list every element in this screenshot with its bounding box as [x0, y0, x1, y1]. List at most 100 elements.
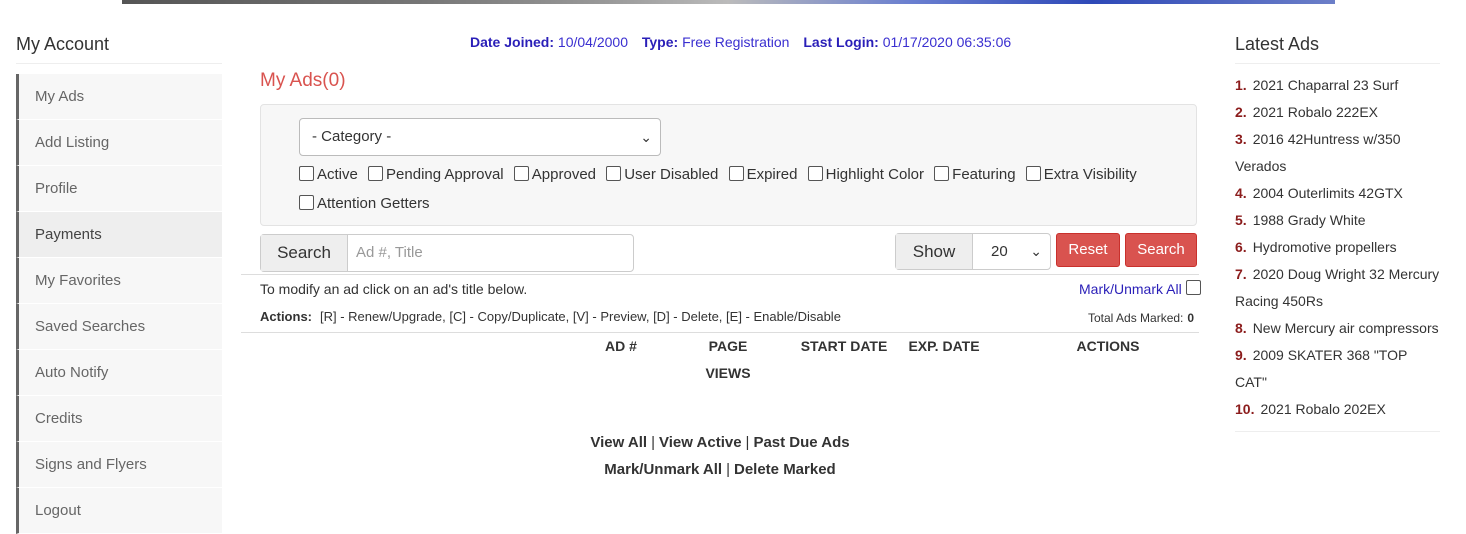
column-header-start-date: START DATE [800, 338, 888, 354]
latest-ad-item[interactable]: 4. 2004 Outerlimits 42GTX [1235, 180, 1440, 207]
checkbox-icon[interactable] [513, 166, 529, 181]
mark-all-checkbox[interactable] [1185, 280, 1201, 295]
modify-hint: To modify an ad click on an ad's title b… [260, 281, 528, 297]
checkbox-icon[interactable] [1025, 166, 1041, 181]
item-number: 1. [1235, 77, 1247, 93]
chevron-down-icon: ⌄ [640, 129, 652, 145]
sidebar-item-saved-searches[interactable]: Saved Searches [16, 304, 222, 350]
checkbox-label: Approved [531, 166, 597, 183]
checkbox-active[interactable]: Active [299, 160, 358, 189]
checkbox-icon[interactable] [934, 166, 950, 181]
last-login-value: 01/17/2020 06:35:06 [882, 34, 1012, 50]
latest-ad-item[interactable]: 5. 1988 Grady White [1235, 207, 1440, 234]
latest-ad-link[interactable]: 2021 Robalo 222EX [1253, 104, 1378, 120]
search-group: Search Ad #, Title [260, 234, 634, 272]
sidebar-item-credits[interactable]: Credits [16, 396, 222, 442]
latest-ad-item[interactable]: 10. 2021 Robalo 202EX [1235, 396, 1440, 423]
checkbox-icon[interactable] [299, 166, 314, 181]
latest-ad-link[interactable]: 2020 Doug Wright 32 Mercury Racing 450Rs [1235, 266, 1439, 309]
total-marked-label: Total Ads Marked: [1088, 311, 1184, 325]
date-joined-label: Date Joined: [470, 34, 555, 50]
item-number: 3. [1235, 131, 1247, 147]
search-button[interactable]: Search [1125, 233, 1197, 267]
category-selected: - Category - [312, 128, 392, 145]
latest-ad-link[interactable]: 2016 42Huntress w/350 Verados [1235, 131, 1401, 174]
column-header-page: PAGE VIEWS [693, 333, 763, 387]
account-sidebar: My Account My Ads Add Listing Profile Pa… [16, 28, 222, 534]
top-banner-image [122, 0, 1335, 4]
chevron-down-icon: ⌄ [1030, 243, 1042, 259]
sidebar-item-auto-notify[interactable]: Auto Notify [16, 350, 222, 396]
latest-ad-link[interactable]: Hydromotive propellers [1253, 239, 1397, 255]
latest-ad-item[interactable]: 8. New Mercury air compressors [1235, 315, 1440, 342]
mark-unmark-all-bottom-link[interactable]: Mark/Unmark All [604, 461, 722, 478]
column-header-ad: AD # [605, 338, 637, 354]
latest-ads-sidebar: Latest Ads 1. 2021 Chaparral 23 Surf 2. 20… [1235, 28, 1440, 432]
view-all-link[interactable]: View All [590, 434, 647, 451]
checkbox-label: Extra Visibility [1043, 166, 1137, 183]
mark-unmark-all[interactable]: Mark/Unmark All [1079, 280, 1204, 297]
account-info: Date Joined: 10/04/2000 Type: Free Regis… [470, 34, 1021, 50]
view-links: View All | View Active | Past Due Ads [241, 434, 1199, 451]
type-label: Type: [641, 34, 679, 50]
latest-ad-link[interactable]: 1988 Grady White [1253, 212, 1366, 228]
column-header-page-line2: VIEWS [705, 365, 751, 381]
item-number: 2. [1235, 104, 1247, 120]
latest-ad-link[interactable]: 2021 Robalo 202EX [1260, 401, 1385, 417]
latest-ad-item[interactable]: 7. 2020 Doug Wright 32 Mercury Racing 450… [1235, 261, 1440, 315]
latest-ad-link[interactable]: 2009 SKATER 368 "TOP CAT" [1235, 347, 1407, 390]
latest-ad-item[interactable]: 2. 2021 Robalo 222EX [1235, 99, 1440, 126]
latest-ad-item[interactable]: 6. Hydromotive propellers [1235, 234, 1440, 261]
checkbox-expired[interactable]: Expired [728, 160, 797, 189]
checkbox-pending-approval[interactable]: Pending Approval [368, 160, 504, 189]
checkbox-label: Pending Approval [386, 166, 504, 183]
last-login-label: Last Login: [803, 34, 879, 50]
sidebar-item-profile[interactable]: Profile [16, 166, 222, 212]
checkbox-user-disabled[interactable]: User Disabled [606, 160, 718, 189]
column-header-page-line1: PAGE [708, 338, 748, 354]
show-count-select[interactable]: 20 ⌄ [973, 234, 1050, 269]
reset-button[interactable]: Reset [1056, 233, 1120, 267]
mark-links: Mark/Unmark All | Delete Marked [241, 461, 1199, 478]
latest-ad-link[interactable]: New Mercury air compressors [1253, 320, 1439, 336]
checkbox-icon[interactable] [299, 195, 314, 210]
checkbox-extra-visibility[interactable]: Extra Visibility [1025, 160, 1137, 189]
checkbox-icon[interactable] [728, 166, 744, 181]
sidebar-item-my-favorites[interactable]: My Favorites [16, 258, 222, 304]
column-header-actions: ACTIONS [1076, 338, 1140, 354]
checkbox-approved[interactable]: Approved [513, 160, 597, 189]
checkbox-highlight-color[interactable]: Highlight Color [807, 160, 924, 189]
latest-ad-link[interactable]: 2021 Chaparral 23 Surf [1253, 77, 1399, 93]
category-select[interactable]: - Category - ⌄ [299, 118, 661, 156]
latest-ad-item[interactable]: 1. 2021 Chaparral 23 Surf [1235, 72, 1440, 99]
checkbox-label: User Disabled [624, 166, 719, 183]
checkbox-icon[interactable] [807, 166, 823, 181]
sidebar-item-logout[interactable]: Logout [16, 488, 222, 534]
latest-ad-link[interactable]: 2004 Outerlimits 42GTX [1253, 185, 1403, 201]
separator: | [651, 434, 655, 451]
sidebar-item-my-ads[interactable]: My Ads [16, 74, 222, 120]
sidebar-item-payments[interactable]: Payments [16, 212, 222, 258]
search-input[interactable]: Ad #, Title [348, 235, 633, 271]
sidebar-item-signs-and-flyers[interactable]: Signs and Flyers [16, 442, 222, 488]
past-due-ads-link[interactable]: Past Due Ads [753, 434, 849, 451]
checkbox-label: Featuring [952, 166, 1016, 183]
latest-ad-item[interactable]: 9. 2009 SKATER 368 "TOP CAT" [1235, 342, 1440, 396]
checkbox-icon[interactable] [368, 166, 384, 181]
item-number: 5. [1235, 212, 1247, 228]
delete-marked-link[interactable]: Delete Marked [734, 461, 836, 478]
checkbox-attention-getters[interactable]: Attention Getters [299, 189, 430, 218]
latest-ad-item[interactable]: 3. 2016 42Huntress w/350 Verados [1235, 126, 1440, 180]
latest-ads-list: 1. 2021 Chaparral 23 Surf 2. 2021 Robalo 2… [1235, 72, 1440, 432]
checkbox-label: Active [317, 166, 358, 183]
checkbox-icon[interactable] [606, 166, 622, 181]
item-number: 8. [1235, 320, 1247, 336]
sidebar-item-add-listing[interactable]: Add Listing [16, 120, 222, 166]
date-joined-value: 10/04/2000 [557, 34, 628, 50]
divider [241, 274, 1199, 275]
checkbox-label: Attention Getters [317, 195, 430, 212]
mark-unmark-all-link[interactable]: Mark/Unmark All [1079, 281, 1182, 297]
checkbox-featuring[interactable]: Featuring [934, 160, 1016, 189]
item-number: 4. [1235, 185, 1247, 201]
view-active-link[interactable]: View Active [659, 434, 742, 451]
